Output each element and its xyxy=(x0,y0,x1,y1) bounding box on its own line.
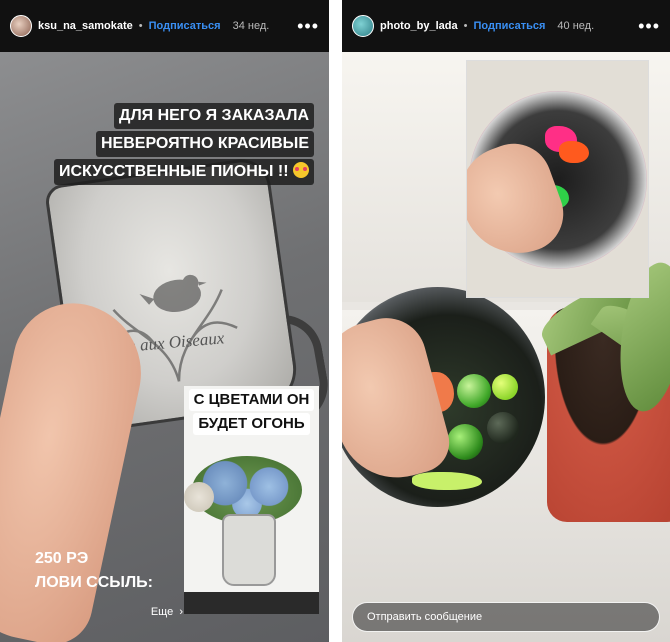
username[interactable]: ksu_na_samokate xyxy=(38,20,133,32)
caption-line: НЕВЕРОЯТНО КРАСИВЫЕ xyxy=(96,131,314,157)
caption-line: ИСКУССТВЕННЫЕ ПИОНЫ !! xyxy=(54,159,314,185)
follow-button[interactable]: Подписаться xyxy=(149,20,221,32)
caption-line: БУДЕТ ОГОНЬ xyxy=(193,413,310,435)
caption-line: С ЦВЕТАМИ ОН xyxy=(188,389,315,411)
story-ksu-na-samokate[interactable]: ksu_na_samokate • Подписаться 34 нед. ••… xyxy=(0,0,329,642)
vase xyxy=(222,514,276,586)
gel-ball xyxy=(457,374,491,408)
see-more-link[interactable]: Еще › xyxy=(151,606,183,618)
avatar[interactable] xyxy=(10,15,32,37)
stories-canvas: ksu_na_samokate • Подписаться 34 нед. ••… xyxy=(0,0,670,642)
more-dots-icon[interactable]: ••• xyxy=(638,17,660,35)
chevron-right-icon: › xyxy=(176,606,183,618)
separator-dot: • xyxy=(138,20,143,32)
username[interactable]: photo_by_lada xyxy=(380,20,458,32)
avatar[interactable] xyxy=(352,15,374,37)
send-message-input[interactable]: Отправить сообщение xyxy=(352,602,660,632)
follow-button[interactable]: Подписаться xyxy=(473,20,545,32)
story-header: ksu_na_samokate • Подписаться 34 нед. ••… xyxy=(0,0,329,52)
inset-caption: С ЦВЕТАМИ ОН БУДЕТ ОГОНЬ xyxy=(186,388,317,436)
toy-figure xyxy=(559,141,589,163)
gel-ball xyxy=(492,374,518,400)
story-media: Jardin aux Oiseaux ДЛЯ НЕГО Я ЗАКАЗАЛА Н… xyxy=(0,52,329,642)
send-message-placeholder: Отправить сообщение xyxy=(367,611,483,623)
shelf xyxy=(184,592,319,614)
story-header: photo_by_lada • Подписаться 40 нед. ••• xyxy=(342,0,670,52)
gel-ball xyxy=(487,412,519,444)
story-media: Отправить сообщение xyxy=(342,52,670,642)
caption-line: ДЛЯ НЕГО Я ЗАКАЗАЛА xyxy=(114,103,314,129)
price-line: 250 РЭ xyxy=(35,550,89,567)
timestamp: 40 нед. xyxy=(557,20,595,32)
price-line: ЛОВИ ССЫЛЬ: xyxy=(35,574,153,591)
more-dots-icon[interactable]: ••• xyxy=(297,17,319,35)
story-caption-top: ДЛЯ НЕГО Я ЗАКАЗАЛА НЕВЕРОЯТНО КРАСИВЫЕ … xyxy=(54,102,314,186)
toy-figure xyxy=(412,472,482,490)
rose xyxy=(184,482,214,512)
separator-dot: • xyxy=(463,20,468,32)
gel-ball xyxy=(447,424,483,460)
story-photo-by-lada[interactable]: photo_by_lada • Подписаться 40 нед. ••• xyxy=(342,0,670,642)
timestamp: 34 нед. xyxy=(232,20,270,32)
heart-eyes-emoji-icon xyxy=(293,162,309,178)
bowl-photo-inset xyxy=(466,60,649,298)
price-caption: 250 РЭ ЛОВИ ССЫЛЬ: xyxy=(35,547,195,595)
see-more-label: Еще xyxy=(150,606,174,618)
